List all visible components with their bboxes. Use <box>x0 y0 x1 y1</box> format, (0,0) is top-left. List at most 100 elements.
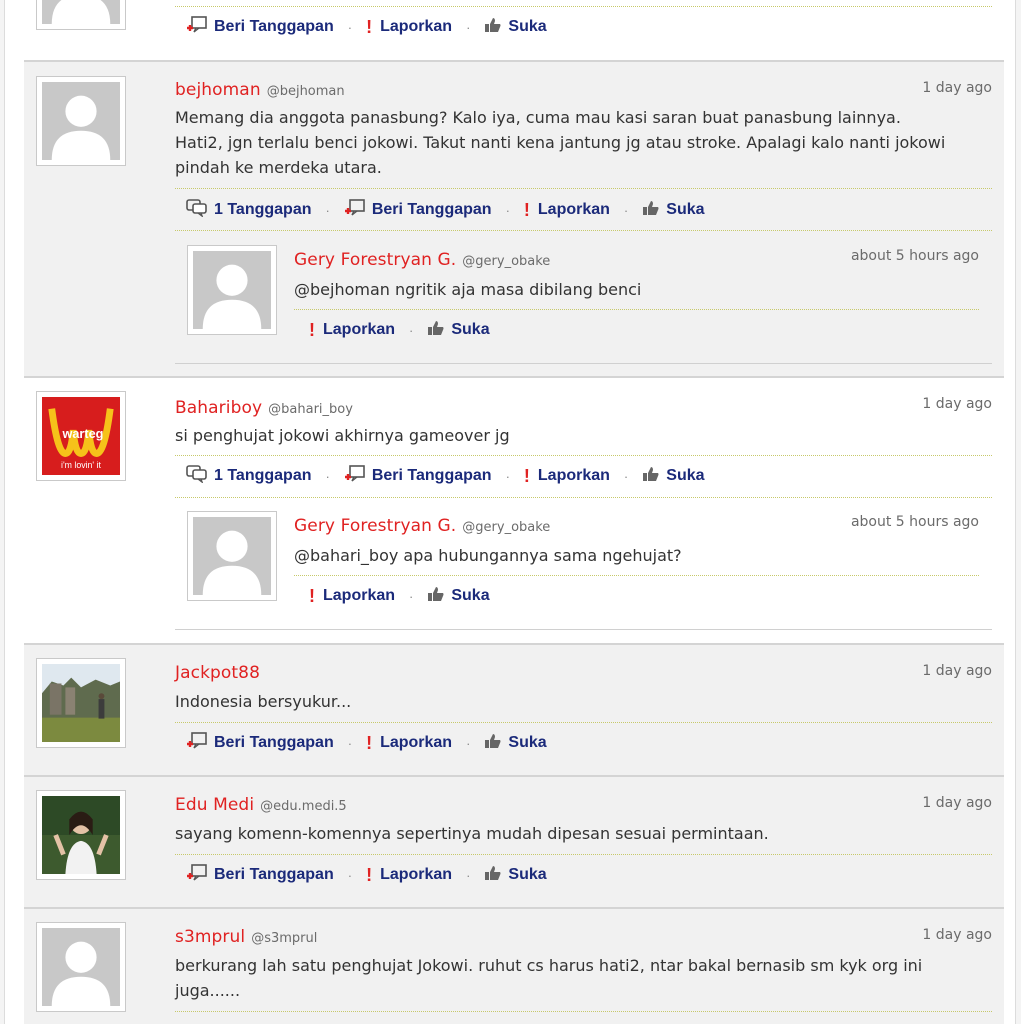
report-button[interactable]: ! Laporkan <box>366 17 452 38</box>
divider <box>175 497 992 498</box>
comment-author: bejhoman @bejhoman <box>175 80 345 100</box>
default-avatar-icon <box>42 0 120 24</box>
comment-text: si penghujat jokowi akhirnya gameover jg <box>175 426 510 445</box>
separator: · <box>347 867 353 883</box>
replies-count-button[interactable]: 1 Tanggapan <box>186 464 312 488</box>
like-button[interactable]: Suka <box>642 466 705 487</box>
avatar[interactable] <box>36 76 126 166</box>
separator: · <box>623 468 629 484</box>
reply-button[interactable]: Beri Tanggapan <box>186 731 334 755</box>
reply-icon <box>186 15 208 39</box>
user-handle: @s3mprul <box>251 931 318 946</box>
separator: · <box>347 19 353 35</box>
like-button[interactable]: Suka <box>484 17 547 38</box>
reply-text: @bejhoman ngritik aja masa dibilang benc… <box>294 280 642 299</box>
reply-button[interactable]: Beri Tanggapan <box>186 863 334 887</box>
user-handle: @gery_obake <box>462 520 551 535</box>
report-button[interactable]: ! Laporkan <box>309 320 395 341</box>
reply-author: Gery Forestryan G. @gery_obake <box>294 516 550 536</box>
comment-actions: 1 Tanggapan · Beri Tanggapan · ! Laporka… <box>186 198 705 222</box>
comment-actions: Beri Tanggapan · ! Laporkan · Suka <box>186 731 547 755</box>
comment-actions: 1 Tanggapan · Beri Tanggapan · ! Laporka… <box>186 464 705 488</box>
avatar-logo-text: warteg <box>62 427 104 441</box>
report-icon: ! <box>523 465 530 486</box>
reply-button[interactable]: Beri Tanggapan <box>344 198 492 222</box>
separator: · <box>409 588 414 604</box>
landscape-photo-avatar <box>42 664 120 742</box>
like-button[interactable]: Suka <box>484 733 547 754</box>
report-button[interactable]: ! Laporkan <box>524 200 610 221</box>
report-icon: ! <box>366 732 373 753</box>
comment-jackpot88: Jackpot88 1 day ago Indonesia bersyukur.… <box>24 643 1004 776</box>
username-link[interactable]: Bahariboy <box>175 398 262 418</box>
comment-partial-top: Beri Tanggapan · ! Laporkan · Suka <box>24 0 1004 60</box>
thumbs-up-icon <box>427 320 445 341</box>
report-button[interactable]: ! Laporkan <box>366 865 452 886</box>
reply-author: Gery Forestryan G. @gery_obake <box>294 250 550 270</box>
username-link[interactable]: Gery Forestryan G. <box>294 516 456 536</box>
username-link[interactable]: Edu Medi <box>175 795 254 815</box>
separator: · <box>466 19 471 35</box>
report-button[interactable]: ! Laporkan <box>524 466 610 487</box>
report-icon: ! <box>523 199 530 220</box>
comment-edu-medi: Edu Medi @edu.medi.5 1 day ago sayang kom… <box>24 775 1004 908</box>
reply-text: @bahari_boy apa hubungannya sama ngehuja… <box>294 546 682 565</box>
replies-count-button[interactable]: 1 Tanggapan <box>186 198 312 222</box>
reply-icon <box>344 464 366 488</box>
default-avatar-icon <box>193 517 271 595</box>
like-button[interactable]: Suka <box>642 200 705 221</box>
user-handle: @edu.medi.5 <box>260 799 347 814</box>
avatar-slogan-text: i'm lovin' it <box>61 460 101 470</box>
reply-icon <box>344 198 366 222</box>
left-frame-border <box>0 0 5 1024</box>
avatar[interactable] <box>36 922 126 1012</box>
thumbs-up-icon <box>427 586 445 607</box>
avatar[interactable] <box>36 790 126 880</box>
divider <box>175 629 992 630</box>
like-button[interactable]: Suka <box>427 320 490 341</box>
scrollbar-track[interactable] <box>1015 0 1021 1024</box>
report-button[interactable]: ! Laporkan <box>366 733 452 754</box>
timestamp: 1 day ago <box>922 663 992 679</box>
timestamp: 1 day ago <box>922 396 992 412</box>
reply-button[interactable]: Beri Tanggapan <box>186 15 334 39</box>
username-link[interactable]: s3mprul <box>175 927 245 947</box>
username-link[interactable]: bejhoman <box>175 80 261 100</box>
reply-avatar[interactable] <box>187 245 277 335</box>
comment-bahariboy: warteg i'm lovin' it Bahariboy @bahari_bo… <box>24 376 1004 644</box>
divider <box>175 722 992 723</box>
comment-actions: Beri Tanggapan · ! Laporkan · Suka <box>186 15 547 39</box>
reply-actions: ! Laporkan · Suka <box>309 585 490 607</box>
report-button[interactable]: ! Laporkan <box>309 586 395 607</box>
separator: · <box>325 202 330 218</box>
reply-avatar[interactable] <box>187 511 277 601</box>
thumbs-up-icon <box>484 17 502 38</box>
warteg-logo-avatar: warteg i'm lovin' it <box>42 397 120 475</box>
divider <box>175 6 992 7</box>
avatar[interactable] <box>36 658 126 748</box>
comment-author: Edu Medi @edu.medi.5 <box>175 795 347 815</box>
user-handle: @gery_obake <box>462 254 551 269</box>
comment-s3mprul: s3mprul @s3mprul 1 day ago berkurang lah … <box>24 907 1004 1024</box>
separator: · <box>409 322 414 338</box>
reply-button[interactable]: Beri Tanggapan <box>344 464 492 488</box>
comment-text: sayang komenn-komennya sepertinya mudah … <box>175 824 769 843</box>
username-link[interactable]: Gery Forestryan G. <box>294 250 456 270</box>
timestamp: 1 day ago <box>922 927 992 943</box>
username-link[interactable]: Jackpot88 <box>175 663 260 683</box>
comment-bejhoman: bejhoman @bejhoman 1 day ago Memang dia a… <box>24 60 1004 378</box>
report-icon: ! <box>366 16 373 37</box>
thumbs-up-icon <box>484 865 502 886</box>
avatar[interactable] <box>36 0 126 30</box>
divider <box>175 188 992 189</box>
comment-actions: Beri Tanggapan · ! Laporkan · Suka <box>186 863 547 887</box>
like-button[interactable]: Suka <box>484 865 547 886</box>
separator: · <box>505 202 510 218</box>
comment-text: Indonesia bersyukur... <box>175 692 352 711</box>
thumbs-up-icon <box>642 200 660 221</box>
divider <box>175 455 992 456</box>
like-button[interactable]: Suka <box>427 586 490 607</box>
user-handle: @bejhoman <box>266 84 345 99</box>
avatar[interactable]: warteg i'm lovin' it <box>36 391 126 481</box>
comment-text: berkurang lah satu penghujat Jokowi. ruh… <box>175 956 923 1000</box>
